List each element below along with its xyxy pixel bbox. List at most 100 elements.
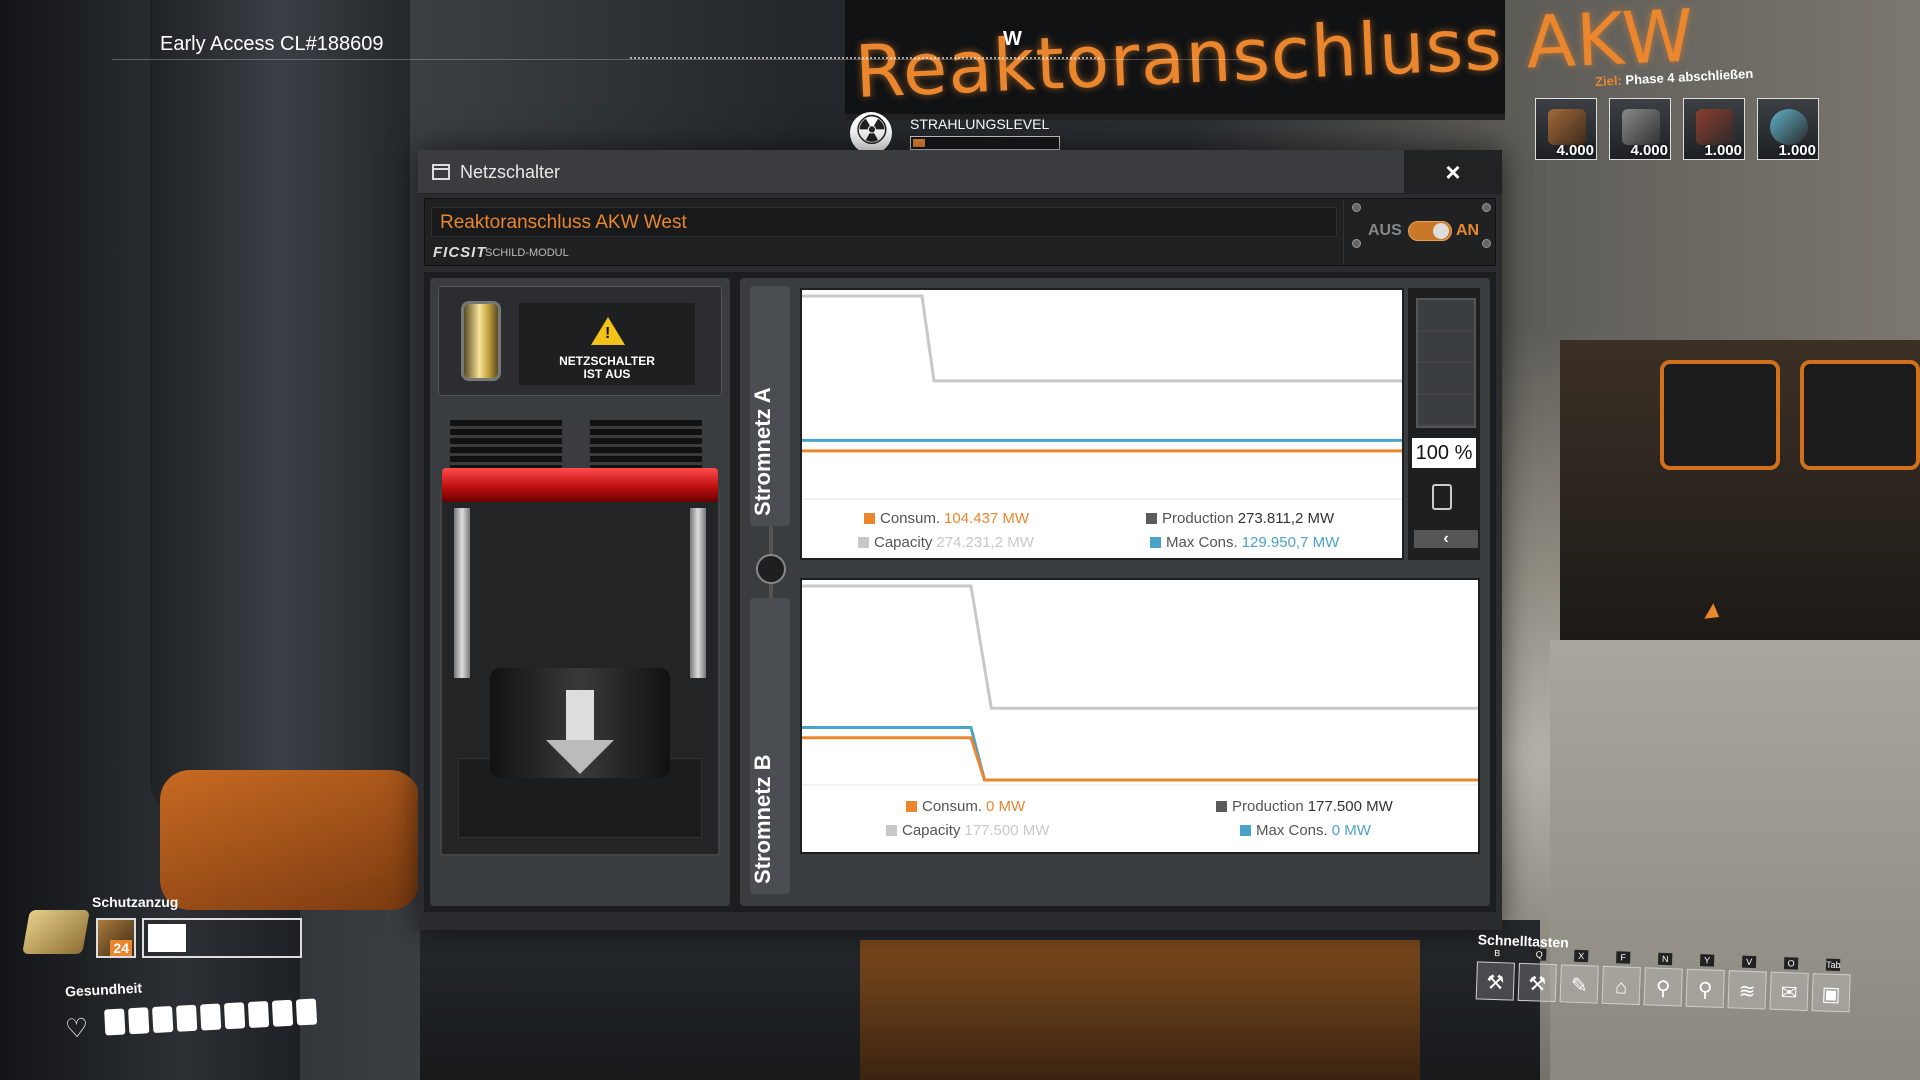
legend-capacity: Capacity 177.500 MW (886, 822, 1049, 839)
blueprint-icon[interactable]: ⌂ F (1601, 951, 1641, 1006)
goal-item: 1.000 (1757, 98, 1819, 160)
series-line-capacity (802, 584, 1478, 710)
goal-item-count: 4.000 (1630, 142, 1668, 159)
down-arrow-icon (566, 690, 594, 740)
heart-icon: ♡ (64, 1012, 90, 1044)
health-cell (271, 999, 294, 1027)
legend-consumption: Consum. 104.437 MW (864, 510, 1029, 527)
status-indicator: ! NETZSCHALTER IST AUS (438, 286, 722, 396)
lever-arm (454, 508, 470, 678)
inventory-cube-icon[interactable]: ▣ Tab (1811, 958, 1851, 1013)
hotkey-label: Tab (1825, 958, 1841, 972)
health-label: Gesundheit (64, 979, 143, 1000)
legend-swatch (886, 825, 897, 836)
toggle-off-label: AUS (1368, 222, 1402, 239)
signal-icon[interactable]: ≋ V (1727, 955, 1767, 1010)
hotkey-label: F (1616, 951, 1631, 964)
part-icon (1622, 109, 1660, 145)
battery-panel: 100 % ‹ (1408, 288, 1480, 560)
legend-value: 177.500 MW (1307, 798, 1393, 815)
hotkey-label: Q (1532, 948, 1547, 961)
goal-item-count: 1.000 (1778, 142, 1816, 159)
screw-icon (1352, 239, 1361, 248)
grid-b-chart-plot (802, 584, 1478, 786)
health-cells (104, 998, 318, 1036)
radiation-label: STRAHLUNGSLEVEL (910, 116, 1050, 132)
legend-swatch (858, 537, 869, 548)
build-gun-icon[interactable]: ⚒ B (1475, 946, 1515, 1001)
background-machine-orange (860, 940, 1420, 1080)
paint-icon[interactable]: ✎ X (1559, 949, 1599, 1004)
legend-value: 274.231,2 MW (936, 534, 1034, 551)
quickbar-slots: ⚒ B ⚒ Q ✎ X ⌂ F ⚲ N ⚲ Y ≋ V ✉ O ▣ Tab (1475, 946, 1851, 1013)
dismantle-icon[interactable]: ⚒ Q (1517, 948, 1557, 1003)
battery-cell (1418, 363, 1474, 395)
switch-name-field[interactable]: Reaktoranschluss AKW West (431, 207, 1337, 237)
tab-grid-b[interactable]: Stromnetz B (750, 598, 790, 894)
mail-icon[interactable]: ✉ O (1769, 957, 1809, 1011)
series-line-max-cons (802, 726, 1478, 782)
part-icon (1696, 109, 1734, 145)
suit-durability-fill (148, 924, 186, 952)
legend-consumption: Consum. 0 MW (906, 798, 1025, 815)
health-cell (104, 1008, 126, 1036)
legend-value: 273.811,2 MW (1237, 510, 1335, 527)
health-cell (128, 1007, 150, 1035)
warning-line-2: IST AUS (583, 367, 631, 381)
screw-icon (1482, 239, 1491, 248)
map-pin-icon[interactable]: ⚲ Y (1685, 954, 1725, 1009)
grid-a-legend: Consum. 104.437 MW Production 273.811,2 MW… (802, 504, 1402, 560)
legend-swatch (1240, 825, 1251, 836)
legend-capacity: Capacity 274.231,2 MW (858, 534, 1034, 551)
legend-production: Production 177.500 MW (1216, 798, 1393, 815)
radiation-icon (850, 108, 892, 154)
lever-arm (690, 508, 706, 678)
warning-display: ! NETZSCHALTER IST AUS (519, 303, 695, 385)
legend-value: 0 MW (1331, 822, 1371, 839)
hotkey-label: B (1490, 946, 1505, 960)
legend-max-consumption: Max Cons. 129.950,7 MW (1150, 534, 1339, 551)
grid-a-chart: Consum. 104.437 MW Production 273.811,2 MW… (800, 288, 1404, 560)
goal-title: Ziel: Phase 4 abschließen (1595, 66, 1754, 89)
radiation-bar-fill (913, 139, 925, 147)
power-toggle-switch[interactable] (1408, 221, 1452, 241)
hotkey-label: N (1657, 952, 1673, 966)
close-button[interactable]: × (1404, 150, 1502, 194)
toggle-on-label: AN (1456, 222, 1480, 239)
health-cell (247, 1000, 270, 1028)
legend-value: 129.950,7 MW (1241, 534, 1340, 551)
power-switch-window: Netzschalter × Reaktoranschluss AKW West… (418, 150, 1502, 930)
goal-name: Phase 4 abschließen (1625, 65, 1754, 88)
goal-item: 4.000 (1535, 98, 1597, 160)
goal-item: 4.000 (1609, 98, 1671, 160)
battery-collapse-button[interactable]: ‹ (1414, 530, 1478, 548)
tab-grid-a[interactable]: Stromnetz A (750, 286, 790, 526)
part-icon (1770, 109, 1808, 145)
lever-panel: ! NETZSCHALTER IST AUS (430, 278, 730, 906)
screw-icon (1352, 203, 1361, 212)
compass-bar (630, 57, 1100, 59)
suit-durability-bar (142, 918, 302, 958)
lever-red-bar[interactable] (442, 468, 718, 502)
window-titlebar[interactable]: Netzschalter × (418, 150, 1502, 194)
down-arrow-head-icon (546, 740, 614, 774)
quickbar: Schnelltasten ⚒ B ⚒ Q ✎ X ⌂ F ⚲ N ⚲ Y ≋ V ✉ O ▣ Tab (1474, 931, 1858, 1054)
search-icon[interactable]: ⚲ N (1643, 952, 1683, 1007)
legend-label: Production (1232, 798, 1304, 815)
background-crate (1800, 360, 1920, 470)
health-cell (223, 1002, 246, 1030)
grid-b-label: Stromnetz B (750, 754, 775, 884)
hotkey-label: O (1783, 957, 1799, 970)
goal-prefix: Ziel: (1594, 72, 1623, 90)
suit-icon (22, 910, 90, 954)
legend-max-consumption: Max Cons. 0 MW (1240, 822, 1371, 839)
radiation-meter: STRAHLUNGSLEVEL (850, 108, 1060, 156)
window-icon (432, 164, 450, 180)
radiation-bar (910, 136, 1060, 150)
battery-cells (1416, 298, 1476, 428)
hazmat-suit-hud: Schutzanzug 24 (22, 880, 322, 960)
filter-count: 24 (110, 940, 132, 956)
legend-label: Consum. (922, 798, 983, 815)
legend-swatch (1216, 801, 1227, 812)
toggle-knob (1433, 223, 1449, 239)
